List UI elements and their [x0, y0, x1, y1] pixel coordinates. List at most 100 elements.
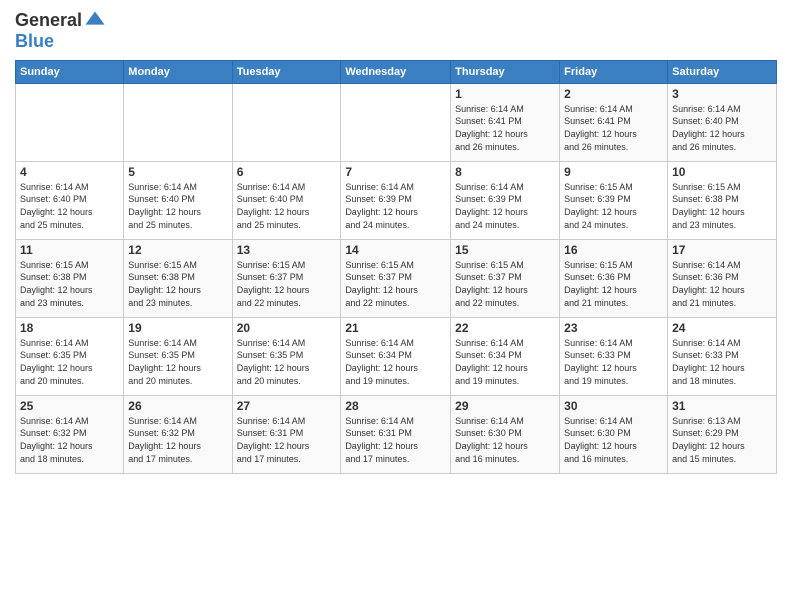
day-number: 15	[455, 243, 555, 257]
day-info: Sunrise: 6:14 AMSunset: 6:40 PMDaylight:…	[672, 103, 772, 153]
day-info: Sunrise: 6:15 AMSunset: 6:37 PMDaylight:…	[237, 259, 337, 309]
day-info: Sunrise: 6:14 AMSunset: 6:32 PMDaylight:…	[20, 415, 119, 465]
day-info: Sunrise: 6:14 AMSunset: 6:39 PMDaylight:…	[455, 181, 555, 231]
calendar-cell: 2 Sunrise: 6:14 AMSunset: 6:41 PMDaylight…	[560, 83, 668, 161]
calendar-cell: 9 Sunrise: 6:15 AMSunset: 6:39 PMDaylight…	[560, 161, 668, 239]
day-number: 13	[237, 243, 337, 257]
day-info: Sunrise: 6:14 AMSunset: 6:30 PMDaylight:…	[564, 415, 663, 465]
day-info: Sunrise: 6:14 AMSunset: 6:31 PMDaylight:…	[345, 415, 446, 465]
calendar-cell: 18 Sunrise: 6:14 AMSunset: 6:35 PMDayligh…	[16, 317, 124, 395]
day-info: Sunrise: 6:14 AMSunset: 6:40 PMDaylight:…	[20, 181, 119, 231]
calendar-cell: 31 Sunrise: 6:13 AMSunset: 6:29 PMDayligh…	[668, 395, 777, 473]
calendar-cell: 23Sunrise: 6:14 AMSunset: 6:33 PMDayligh…	[560, 317, 668, 395]
weekday-header-sunday: Sunday	[16, 60, 124, 83]
day-number: 31	[672, 399, 772, 413]
day-info: Sunrise: 6:15 AMSunset: 6:37 PMDaylight:…	[455, 259, 555, 309]
day-info: Sunrise: 6:14 AMSunset: 6:32 PMDaylight:…	[128, 415, 227, 465]
logo: General Blue	[15, 10, 106, 52]
day-info: Sunrise: 6:14 AMSunset: 6:41 PMDaylight:…	[564, 103, 663, 153]
calendar-cell	[232, 83, 341, 161]
day-info: Sunrise: 6:15 AMSunset: 6:38 PMDaylight:…	[128, 259, 227, 309]
day-number: 3	[672, 87, 772, 101]
day-info: Sunrise: 6:14 AMSunset: 6:34 PMDaylight:…	[455, 337, 555, 387]
day-info: Sunrise: 6:14 AMSunset: 6:41 PMDaylight:…	[455, 103, 555, 153]
day-info: Sunrise: 6:15 AMSunset: 6:38 PMDaylight:…	[20, 259, 119, 309]
day-info: Sunrise: 6:14 AMSunset: 6:39 PMDaylight:…	[345, 181, 446, 231]
day-number: 17	[672, 243, 772, 257]
weekday-header-row: SundayMondayTuesdayWednesdayThursdayFrid…	[16, 60, 777, 83]
calendar-cell: 10 Sunrise: 6:15 AMSunset: 6:38 PMDayligh…	[668, 161, 777, 239]
calendar-cell: 5Sunrise: 6:14 AMSunset: 6:40 PMDaylight…	[124, 161, 232, 239]
calendar-cell: 25 Sunrise: 6:14 AMSunset: 6:32 PMDayligh…	[16, 395, 124, 473]
day-info: Sunrise: 6:15 AMSunset: 6:39 PMDaylight:…	[564, 181, 663, 231]
day-number: 6	[237, 165, 337, 179]
day-number: 26	[128, 399, 227, 413]
day-info: Sunrise: 6:15 AMSunset: 6:38 PMDaylight:…	[672, 181, 772, 231]
day-info: Sunrise: 6:15 AMSunset: 6:36 PMDaylight:…	[564, 259, 663, 309]
day-info: Sunrise: 6:14 AMSunset: 6:33 PMDaylight:…	[672, 337, 772, 387]
logo-text: General Blue	[15, 10, 106, 52]
calendar-cell: 28Sunrise: 6:14 AMSunset: 6:31 PMDayligh…	[341, 395, 451, 473]
week-row-1: 1Sunrise: 6:14 AMSunset: 6:41 PMDaylight…	[16, 83, 777, 161]
calendar-cell: 21 Sunrise: 6:14 AMSunset: 6:34 PMDayligh…	[341, 317, 451, 395]
calendar-cell: 29 Sunrise: 6:14 AMSunset: 6:30 PMDayligh…	[451, 395, 560, 473]
day-info: Sunrise: 6:14 AMSunset: 6:34 PMDaylight:…	[345, 337, 446, 387]
calendar-cell: 17 Sunrise: 6:14 AMSunset: 6:36 PMDayligh…	[668, 239, 777, 317]
day-number: 25	[20, 399, 119, 413]
day-number: 4	[20, 165, 119, 179]
day-number: 2	[564, 87, 663, 101]
calendar-body: 1Sunrise: 6:14 AMSunset: 6:41 PMDaylight…	[16, 83, 777, 473]
weekday-header-wednesday: Wednesday	[341, 60, 451, 83]
day-number: 7	[345, 165, 446, 179]
day-info: Sunrise: 6:14 AMSunset: 6:40 PMDaylight:…	[237, 181, 337, 231]
day-number: 30	[564, 399, 663, 413]
calendar-cell: 3 Sunrise: 6:14 AMSunset: 6:40 PMDaylight…	[668, 83, 777, 161]
day-number: 9	[564, 165, 663, 179]
week-row-2: 4 Sunrise: 6:14 AMSunset: 6:40 PMDaylight…	[16, 161, 777, 239]
calendar-cell: 16 Sunrise: 6:15 AMSunset: 6:36 PMDayligh…	[560, 239, 668, 317]
day-info: Sunrise: 6:14 AMSunset: 6:31 PMDaylight:…	[237, 415, 337, 465]
calendar-cell: 11 Sunrise: 6:15 AMSunset: 6:38 PMDayligh…	[16, 239, 124, 317]
day-number: 14	[345, 243, 446, 257]
day-info: Sunrise: 6:15 AMSunset: 6:37 PMDaylight:…	[345, 259, 446, 309]
day-info: Sunrise: 6:14 AMSunset: 6:35 PMDaylight:…	[128, 337, 227, 387]
day-number: 11	[20, 243, 119, 257]
calendar-table: SundayMondayTuesdayWednesdayThursdayFrid…	[15, 60, 777, 474]
day-info: Sunrise: 6:14 AMSunset: 6:35 PMDaylight:…	[20, 337, 119, 387]
header: General Blue	[15, 10, 777, 52]
weekday-header-saturday: Saturday	[668, 60, 777, 83]
calendar-cell: 7 Sunrise: 6:14 AMSunset: 6:39 PMDaylight…	[341, 161, 451, 239]
calendar-cell: 1Sunrise: 6:14 AMSunset: 6:41 PMDaylight…	[451, 83, 560, 161]
calendar-cell: 12 Sunrise: 6:15 AMSunset: 6:38 PMDayligh…	[124, 239, 232, 317]
day-info: Sunrise: 6:14 AMSunset: 6:35 PMDaylight:…	[237, 337, 337, 387]
day-number: 21	[345, 321, 446, 335]
calendar-cell	[124, 83, 232, 161]
weekday-header-monday: Monday	[124, 60, 232, 83]
calendar-cell: 14 Sunrise: 6:15 AMSunset: 6:37 PMDayligh…	[341, 239, 451, 317]
day-number: 19	[128, 321, 227, 335]
day-number: 18	[20, 321, 119, 335]
weekday-header-friday: Friday	[560, 60, 668, 83]
day-number: 16	[564, 243, 663, 257]
calendar-cell: 26 Sunrise: 6:14 AMSunset: 6:32 PMDayligh…	[124, 395, 232, 473]
calendar-cell: 19 Sunrise: 6:14 AMSunset: 6:35 PMDayligh…	[124, 317, 232, 395]
calendar-cell: 15 Sunrise: 6:15 AMSunset: 6:37 PMDayligh…	[451, 239, 560, 317]
day-info: Sunrise: 6:14 AMSunset: 6:36 PMDaylight:…	[672, 259, 772, 309]
calendar-cell: 20 Sunrise: 6:14 AMSunset: 6:35 PMDayligh…	[232, 317, 341, 395]
day-number: 12	[128, 243, 227, 257]
day-number: 24	[672, 321, 772, 335]
calendar-cell: 13 Sunrise: 6:15 AMSunset: 6:37 PMDayligh…	[232, 239, 341, 317]
day-info: Sunrise: 6:13 AMSunset: 6:29 PMDaylight:…	[672, 415, 772, 465]
calendar-cell	[16, 83, 124, 161]
day-number: 23	[564, 321, 663, 335]
calendar-cell	[341, 83, 451, 161]
day-number: 10	[672, 165, 772, 179]
calendar-cell: 8 Sunrise: 6:14 AMSunset: 6:39 PMDaylight…	[451, 161, 560, 239]
week-row-3: 11 Sunrise: 6:15 AMSunset: 6:38 PMDayligh…	[16, 239, 777, 317]
calendar-cell: 30 Sunrise: 6:14 AMSunset: 6:30 PMDayligh…	[560, 395, 668, 473]
day-number: 20	[237, 321, 337, 335]
day-number: 29	[455, 399, 555, 413]
weekday-header-thursday: Thursday	[451, 60, 560, 83]
day-info: Sunrise: 6:14 AMSunset: 6:30 PMDaylight:…	[455, 415, 555, 465]
day-number: 8	[455, 165, 555, 179]
